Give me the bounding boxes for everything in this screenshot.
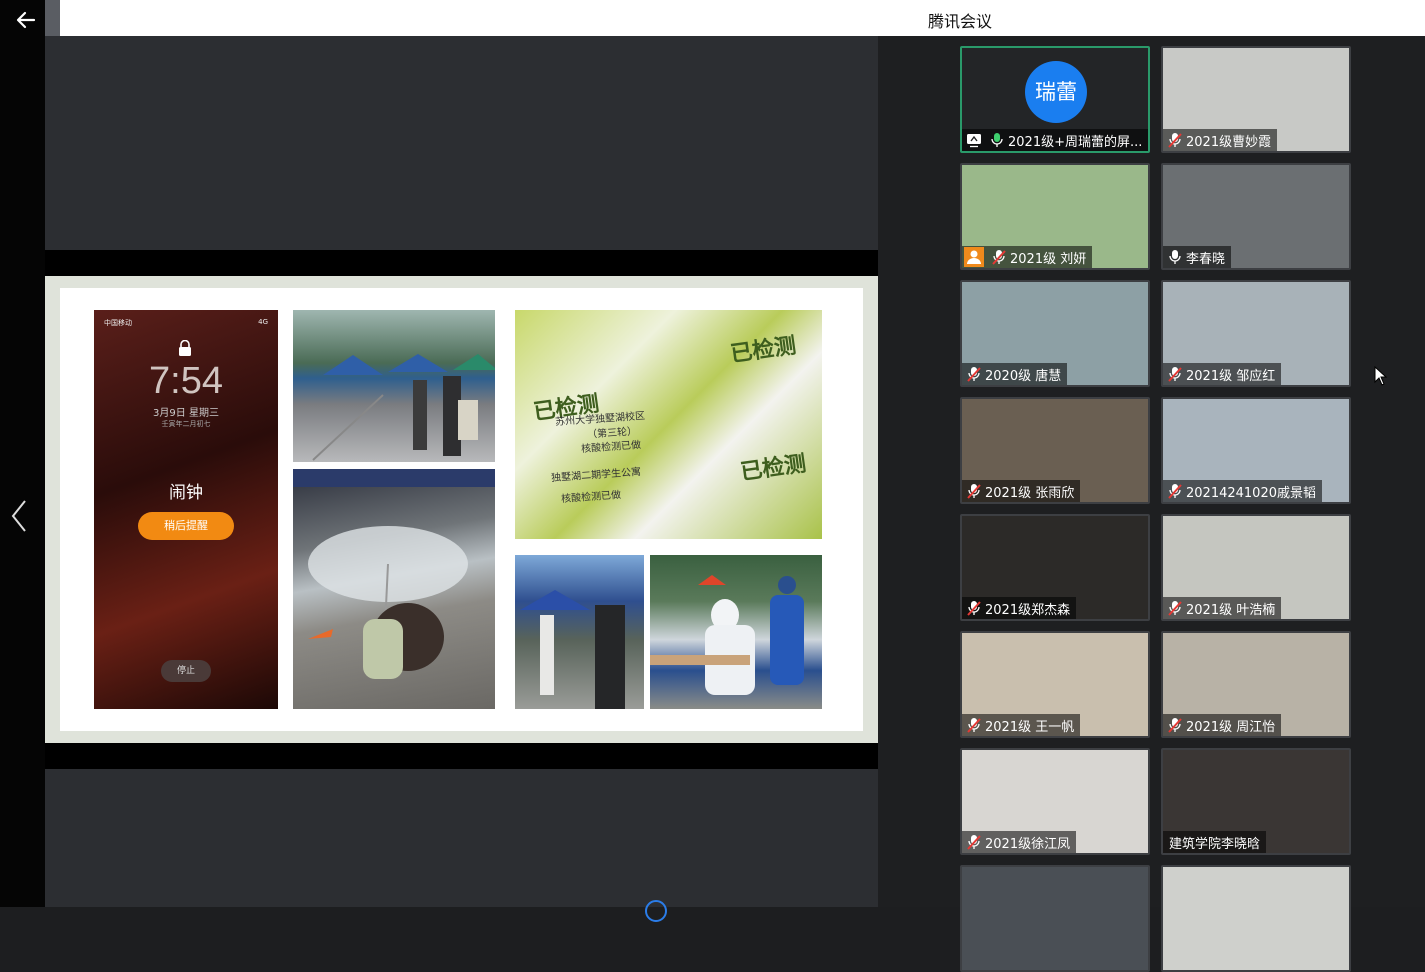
shared-screen-stage: 中国移动 4G 7:54 3月9日 星期三 壬寅年二月初七 闹钟 稍后提醒 停止 xyxy=(45,36,878,907)
participant-name-bar: 2021级+周瑞蕾的屏... xyxy=(962,129,1148,151)
slide-content: 中国移动 4G 7:54 3月9日 星期三 壬寅年二月初七 闹钟 稍后提醒 停止 xyxy=(60,288,863,731)
medical-worker-art xyxy=(650,575,804,695)
phone-status: 4G xyxy=(258,318,268,326)
participant-tile[interactable] xyxy=(1161,865,1351,972)
umbrella-photo xyxy=(293,469,495,709)
participant-tile[interactable]: 20214241020戚景韬 xyxy=(1161,397,1351,504)
stamp-text: 已检测 xyxy=(728,333,798,368)
mic-muted-icon xyxy=(1167,483,1183,499)
participant-tile[interactable]: 瑞蕾 2021级+周瑞蕾的屏... xyxy=(960,46,1150,153)
mic-muted-icon xyxy=(1167,132,1183,148)
participant-name-bar: 2021级 周江怡 xyxy=(1163,714,1282,736)
participant-tile[interactable]: 2021级 王一帆 xyxy=(960,631,1150,738)
participant-name: 2021级 叶浩楠 xyxy=(1186,602,1276,618)
avatar: 瑞蕾 xyxy=(1025,61,1087,123)
arrow-left-icon[interactable] xyxy=(12,6,40,34)
participant-tile[interactable]: 2021级郑杰森 xyxy=(960,514,1150,621)
participant-name: 20214241020戚景韬 xyxy=(1186,485,1316,501)
card-text-line: 核酸检测已做 xyxy=(560,489,622,506)
letterbox-bottom xyxy=(45,743,878,769)
participant-tile[interactable] xyxy=(960,865,1150,972)
participant-name-bar: 2021级曹妙霞 xyxy=(1163,129,1278,151)
participant-name-bar: 20214241020戚景韬 xyxy=(1163,480,1322,502)
alarm-phone-screenshot: 中国移动 4G 7:54 3月9日 星期三 壬寅年二月初七 闹钟 稍后提醒 停止 xyxy=(94,310,278,709)
titlebar: 腾讯会议 xyxy=(60,0,1425,36)
phone-time: 7:54 xyxy=(149,360,223,402)
card-text-line: 核酸检测已做 xyxy=(580,439,642,456)
mic-muted-icon xyxy=(966,366,982,382)
mic-muted-icon xyxy=(966,600,982,616)
participant-name-bar: 建筑学院李晓晗 xyxy=(1163,831,1267,853)
mic-active-icon xyxy=(989,132,1005,148)
participant-tile[interactable]: 2020级 唐慧 xyxy=(960,280,1150,387)
participant-tile[interactable]: 建筑学院李晓晗 xyxy=(1161,748,1351,855)
mic-muted-icon xyxy=(966,483,982,499)
chevron-left-icon[interactable] xyxy=(6,496,32,536)
participant-tile[interactable]: 李春晓 xyxy=(1161,163,1351,270)
user-box-icon xyxy=(964,247,984,267)
phone-carrier: 中国移动 xyxy=(104,319,132,327)
participant-name: 2021级 王一帆 xyxy=(985,719,1075,735)
mic-muted-icon xyxy=(966,717,982,733)
titlebar-separator xyxy=(45,0,60,36)
participant-name-bar: 2021级徐江凤 xyxy=(962,831,1077,853)
participant-name-bar: 2021级 王一帆 xyxy=(962,714,1081,736)
queue-photo xyxy=(293,310,495,462)
participant-name: 建筑学院李晓晗 xyxy=(1169,836,1261,852)
testing-tent-art xyxy=(520,590,625,709)
participant-name: 2021级徐江凤 xyxy=(985,836,1071,852)
participant-name: 2021级+周瑞蕾的屏... xyxy=(1008,134,1143,150)
mic-icon xyxy=(1167,249,1183,265)
mic-muted-icon xyxy=(1167,717,1183,733)
letterbox-top xyxy=(45,250,878,276)
participant-name: 2021级 周江怡 xyxy=(1186,719,1276,735)
participant-tile[interactable]: 2021级曹妙霞 xyxy=(1161,46,1351,153)
mic-muted-icon xyxy=(1167,366,1183,382)
mic-muted-icon xyxy=(991,249,1007,265)
loading-indicator xyxy=(645,900,667,922)
participant-tile[interactable]: 2021级 周江怡 xyxy=(1161,631,1351,738)
participant-name: 2021级 张雨欣 xyxy=(985,485,1075,501)
phone-lunar-date: 壬寅年二月初七 xyxy=(161,420,211,428)
mouse-cursor-icon xyxy=(1374,366,1388,386)
participant-name: 2021级郑杰森 xyxy=(985,602,1071,618)
participant-name: 2021级曹妙霞 xyxy=(1186,134,1272,150)
participant-name-bar: 2021级 张雨欣 xyxy=(962,480,1081,502)
test-cards-photo: 已检测 已检测 已检测 苏州大学独墅湖校区 （第三轮） 核酸检测已做 独墅湖二期… xyxy=(515,310,822,539)
participant-tile[interactable]: 2021级 刘妍 xyxy=(960,163,1150,270)
left-rail xyxy=(0,0,45,907)
participant-name: 2021级 刘妍 xyxy=(1010,251,1087,267)
mic-muted-icon xyxy=(966,834,982,850)
participant-tile[interactable]: 2021级徐江凤 xyxy=(960,748,1150,855)
mic-muted-icon xyxy=(1167,600,1183,616)
lock-icon xyxy=(179,340,191,356)
participant-name-bar: 2020级 唐慧 xyxy=(962,363,1068,385)
participant-tile[interactable]: 2021级 叶浩楠 xyxy=(1161,514,1351,621)
participant-name: 2020级 唐慧 xyxy=(985,368,1062,384)
window-title: 腾讯会议 xyxy=(927,12,992,31)
participant-name-bar: 2021级 叶浩楠 xyxy=(1163,597,1282,619)
medical-worker-photo xyxy=(650,555,822,709)
queue-photo-art xyxy=(312,354,495,461)
phone-alarm-label: 闹钟 xyxy=(169,483,203,503)
participant-tile[interactable]: 2021级 张雨欣 xyxy=(960,397,1150,504)
stamp-text: 已检测 xyxy=(738,451,808,486)
participant-gallery: 瑞蕾 2021级+周瑞蕾的屏... 2021级曹妙霞 2021级 刘妍 李春晓 2020级… xyxy=(878,36,1425,972)
participant-name-bar: 2021级郑杰森 xyxy=(962,597,1077,619)
participant-name: 2021级 邹应红 xyxy=(1186,368,1276,384)
umbrella-photo-art xyxy=(293,469,495,679)
screen-share-icon xyxy=(966,132,982,148)
stop-button: 停止 xyxy=(161,660,211,682)
participant-name-bar: 2021级 刘妍 xyxy=(962,246,1093,268)
testing-tent-photo xyxy=(515,555,644,709)
phone-date: 3月9日 星期三 xyxy=(153,408,219,419)
snooze-button: 稍后提醒 xyxy=(138,512,234,540)
presentation-slide: 中国移动 4G 7:54 3月9日 星期三 壬寅年二月初七 闹钟 稍后提醒 停止 xyxy=(45,276,878,743)
card-text-line: 独墅湖二期学生公寓 xyxy=(550,466,642,485)
participant-name-bar: 2021级 邹应红 xyxy=(1163,363,1282,385)
participant-tile[interactable]: 2021级 邹应红 xyxy=(1161,280,1351,387)
participant-name: 李春晓 xyxy=(1186,251,1226,267)
participant-name-bar: 李春晓 xyxy=(1163,246,1232,268)
